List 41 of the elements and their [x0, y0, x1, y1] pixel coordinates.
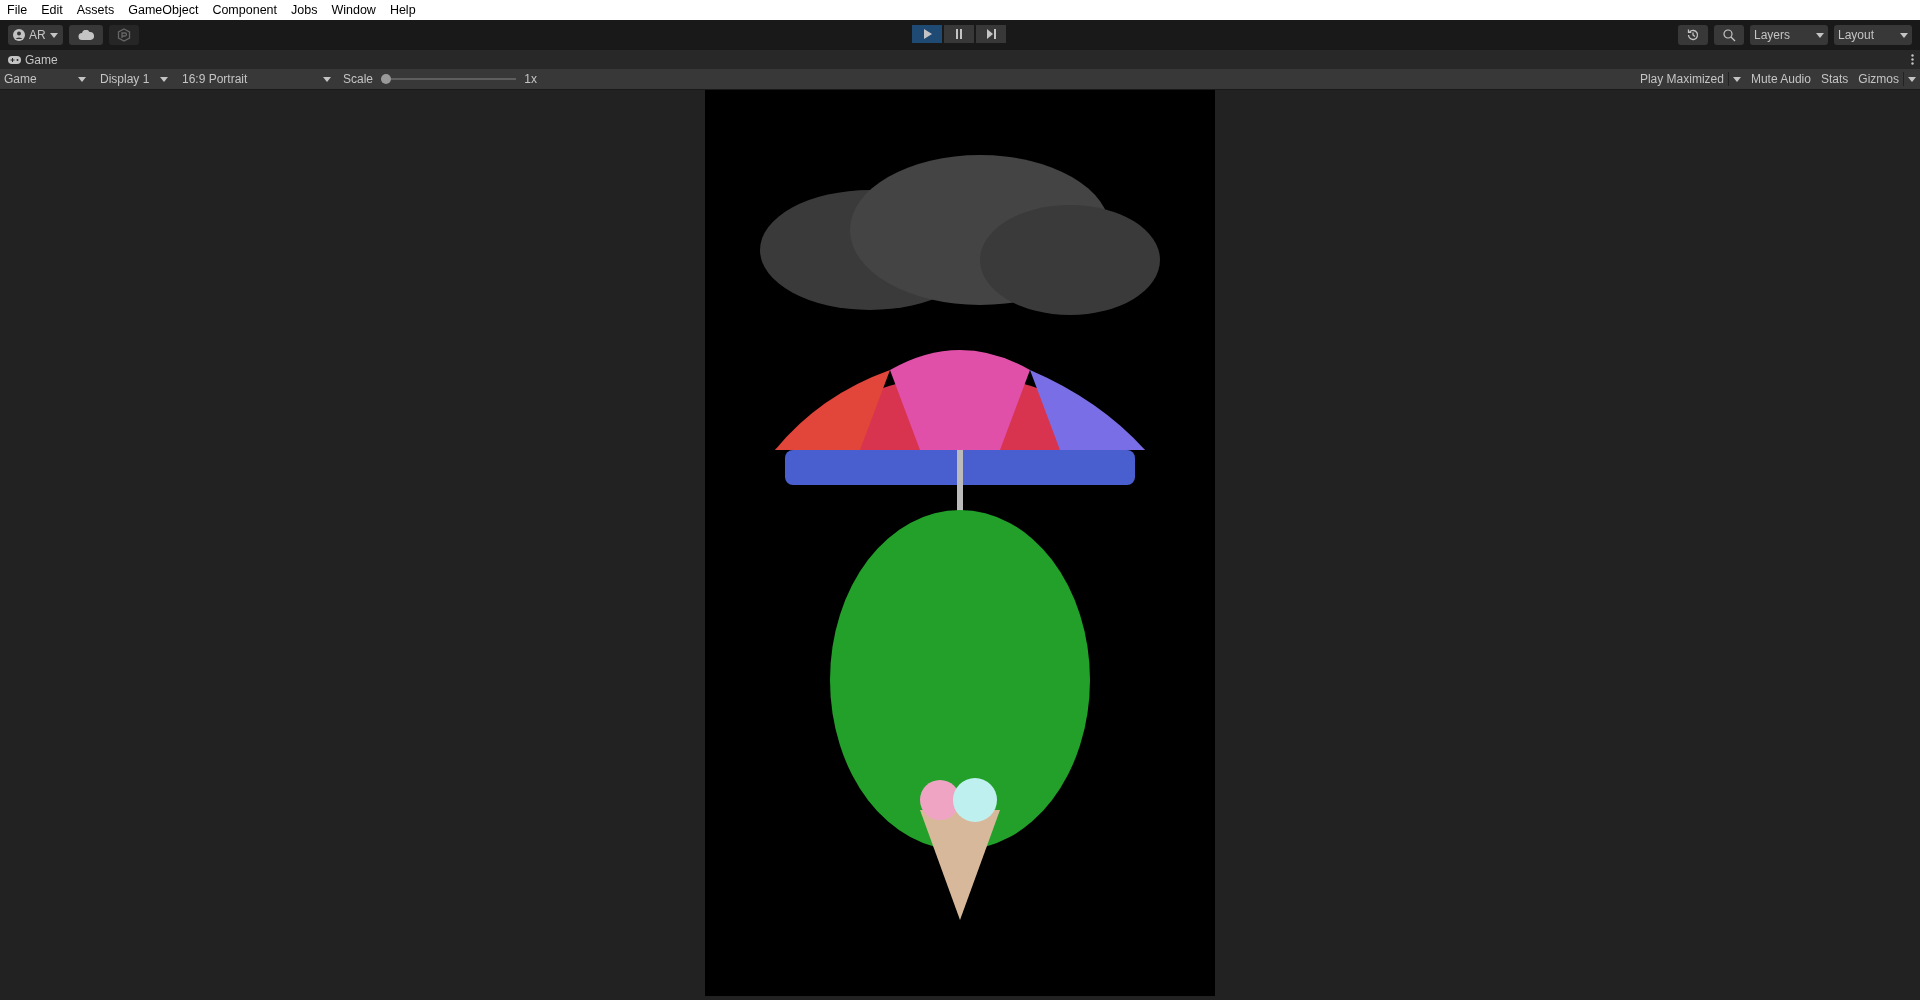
- layers-dropdown[interactable]: Layers: [1750, 25, 1828, 45]
- menu-item[interactable]: Component: [212, 0, 277, 20]
- user-icon: [13, 29, 25, 41]
- account-dropdown[interactable]: AR: [8, 25, 63, 45]
- search-icon: [1722, 28, 1736, 42]
- menu-item[interactable]: Help: [389, 0, 416, 20]
- pause-icon: [953, 28, 965, 40]
- search-button[interactable]: [1714, 25, 1744, 45]
- menu-item[interactable]: Jobs: [291, 0, 318, 20]
- caret-icon: [1900, 32, 1908, 38]
- gamepad-icon: [8, 55, 21, 64]
- play-icon: [921, 28, 933, 40]
- layout-dropdown[interactable]: Layout: [1834, 25, 1912, 45]
- scale-value: 1x: [524, 71, 537, 88]
- caret-icon: [323, 76, 331, 82]
- game-tab[interactable]: Game: [0, 50, 66, 69]
- more-options-icon[interactable]: [1911, 54, 1914, 65]
- menu-item[interactable]: Edit: [41, 0, 63, 20]
- play-button[interactable]: [912, 25, 942, 43]
- scale-slider[interactable]: [381, 74, 517, 84]
- dropdown-caret[interactable]: [1727, 72, 1741, 86]
- tab-title: Game: [25, 51, 58, 69]
- pause-button[interactable]: [944, 25, 974, 43]
- history-button[interactable]: [1678, 25, 1708, 45]
- caret-icon: [1816, 32, 1824, 38]
- cloud-button[interactable]: [68, 25, 103, 45]
- dropdown-caret[interactable]: [1903, 72, 1916, 86]
- caret-icon: [78, 76, 86, 82]
- menu-item[interactable]: Assets: [76, 0, 115, 20]
- step-button[interactable]: [976, 25, 1006, 43]
- menu-item[interactable]: Window: [331, 0, 376, 20]
- caret-icon: [160, 76, 168, 82]
- cloud-icon: [77, 30, 94, 40]
- collaborate-button[interactable]: [108, 25, 139, 45]
- history-icon: [1686, 28, 1700, 42]
- caret-icon: [49, 32, 58, 38]
- step-icon: [985, 28, 997, 40]
- menu-item[interactable]: GameObject: [128, 0, 199, 20]
- menu-item[interactable]: File: [7, 0, 28, 20]
- scale-label: Scale: [343, 71, 374, 88]
- hexagon-icon: [116, 28, 131, 42]
